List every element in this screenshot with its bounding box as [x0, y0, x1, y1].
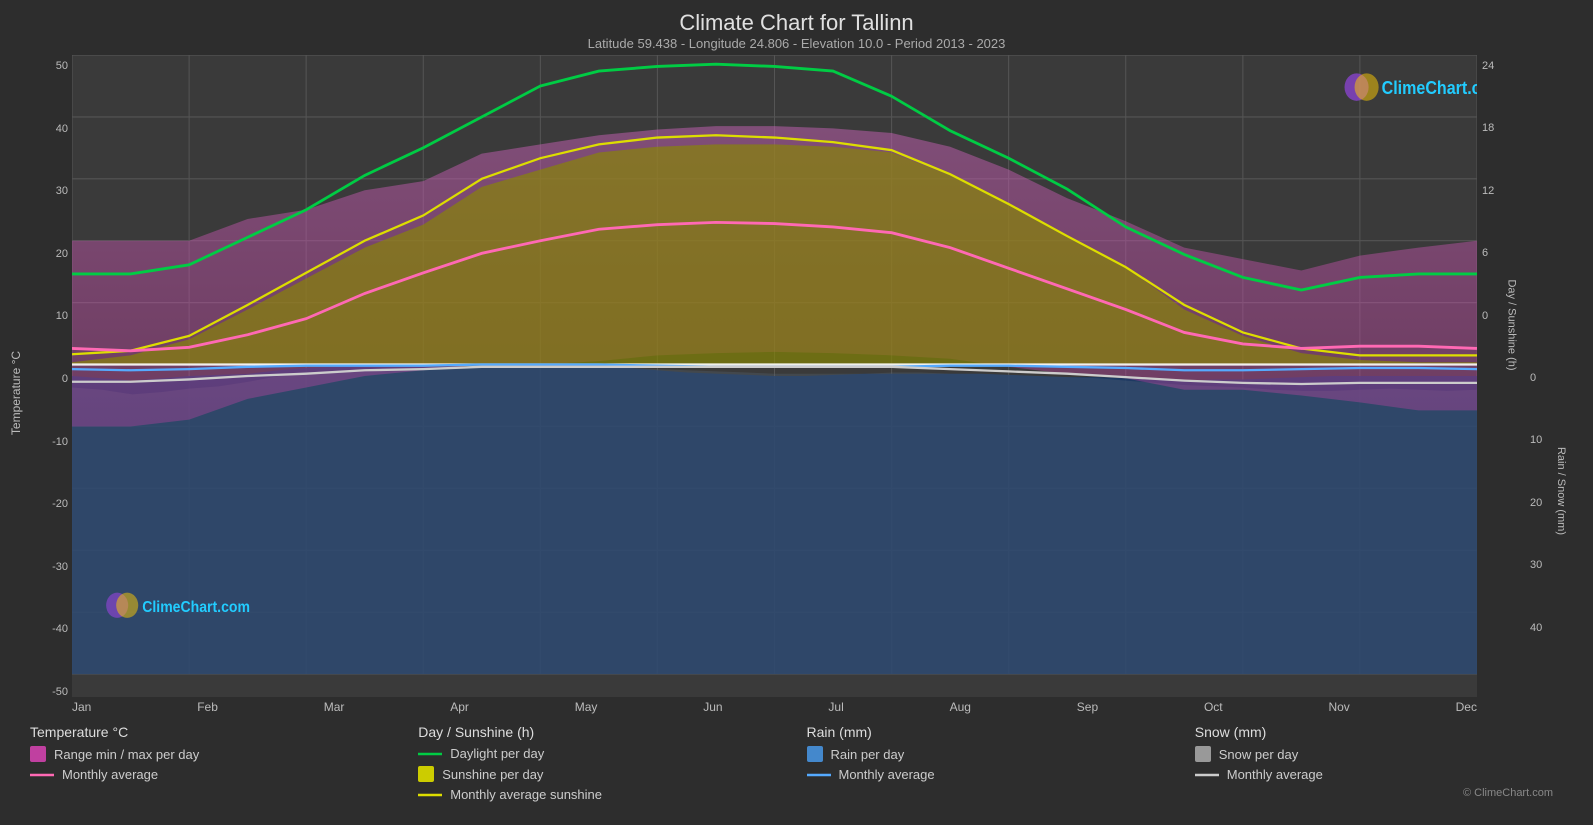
x-axis: Jan Feb Mar Apr May Jun Jul Aug Sep Oct … [72, 697, 1477, 716]
temp-avg-swatch [30, 773, 54, 777]
legend-daylight: Daylight per day [418, 746, 786, 761]
legend-temp-range: Range min / max per day [30, 746, 398, 762]
legend-rain-title: Rain (mm) [807, 724, 1175, 740]
x-label-dec: Dec [1456, 700, 1477, 714]
legend-area: Temperature °C Range min / max per day M… [20, 716, 1573, 815]
legend-sunshine-bar: Sunshine per day [418, 766, 786, 782]
svg-text:ClimeChart.com: ClimeChart.com [1382, 77, 1477, 98]
legend-rain-avg: Monthly average [807, 767, 1175, 782]
legend-rain-bar: Rain per day [807, 746, 1175, 762]
sunshine-swatch [418, 766, 434, 782]
svg-text:ClimeChart.com: ClimeChart.com [142, 598, 250, 616]
y-axis-left: Temperature °C 50 40 30 20 10 0 -10 -20 … [20, 55, 72, 716]
legend-snow-title: Snow (mm) [1195, 724, 1563, 740]
chart-subtitle: Latitude 59.438 - Longitude 24.806 - Ele… [20, 36, 1573, 51]
x-label-may: May [575, 700, 598, 714]
x-label-sep: Sep [1077, 700, 1098, 714]
sunshine-avg-swatch [418, 793, 442, 797]
legend-rain: Rain (mm) Rain per day Monthly average [807, 724, 1175, 807]
main-container: Climate Chart for Tallinn Latitude 59.43… [0, 0, 1593, 825]
y-axis-left-label: Temperature °C [9, 350, 23, 434]
legend-temperature: Temperature °C Range min / max per day M… [30, 724, 398, 807]
rain-avg-swatch [807, 773, 831, 777]
x-label-mar: Mar [324, 700, 345, 714]
legend-snow-avg: Monthly average [1195, 767, 1563, 782]
legend-snow-bar: Snow per day [1195, 746, 1563, 762]
rain-swatch [807, 746, 823, 762]
legend-temp-avg: Monthly average [30, 767, 398, 782]
x-label-jan: Jan [72, 700, 91, 714]
chart-title: Climate Chart for Tallinn [20, 10, 1573, 36]
x-label-nov: Nov [1328, 700, 1349, 714]
x-label-jul: Jul [828, 700, 843, 714]
snow-avg-swatch [1195, 773, 1219, 777]
y-axis-right-rain: 0 - - - - 0 10 20 30 40 - Rain / Snow (m… [1525, 55, 1573, 716]
legend-temp-title: Temperature °C [30, 724, 398, 740]
copyright: © ClimeChart.com [1195, 787, 1563, 801]
y-axes-right: 24 18 12 6 0 - - - - - - Day / Sunshine … [1477, 55, 1573, 716]
x-label-apr: Apr [450, 700, 469, 714]
chart-area: ClimeChart.com ClimeChart.com [72, 55, 1477, 697]
legend-snow: Snow (mm) Snow per day Monthly average ©… [1195, 724, 1563, 807]
legend-sunshine: Day / Sunshine (h) Daylight per day Suns… [418, 724, 786, 807]
y-axis-left-values: 50 40 30 20 10 0 -10 -20 -30 -40 -50 [20, 55, 72, 716]
legend-sunshine-title: Day / Sunshine (h) [418, 724, 786, 740]
temp-range-swatch [30, 746, 46, 762]
x-label-jun: Jun [703, 700, 722, 714]
daylight-swatch [418, 752, 442, 756]
chart-svg: ClimeChart.com ClimeChart.com [72, 55, 1477, 697]
x-label-aug: Aug [950, 700, 971, 714]
x-label-feb: Feb [197, 700, 218, 714]
y-axis-sunshine-label: Day / Sunshine (h) [1505, 280, 1517, 371]
legend-sunshine-avg: Monthly average sunshine [418, 787, 786, 802]
snow-swatch [1195, 746, 1211, 762]
chart-header: Climate Chart for Tallinn Latitude 59.43… [20, 10, 1573, 51]
x-label-oct: Oct [1204, 700, 1223, 714]
y-axis-rain-label: Rain / Snow (mm) [1555, 447, 1567, 535]
watermark-top: ClimeChart.com [1345, 73, 1477, 101]
y-axis-right-sunshine: 24 18 12 6 0 - - - - - - Day / Sunshine … [1477, 55, 1525, 716]
